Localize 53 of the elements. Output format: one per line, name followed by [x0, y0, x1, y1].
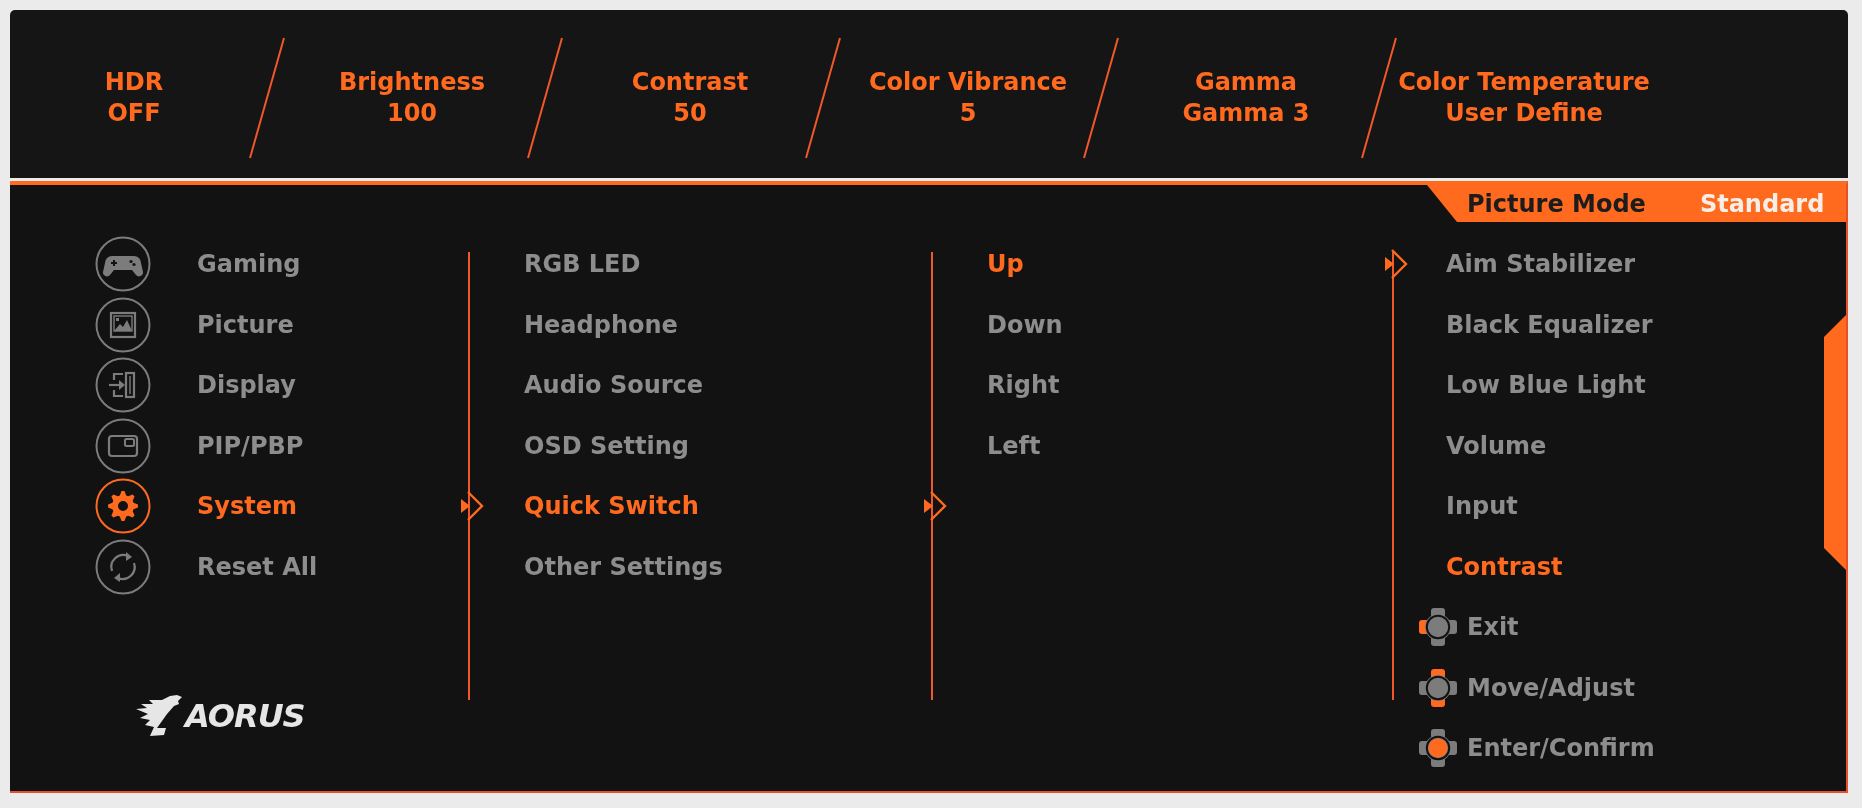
submenu-item[interactable]: Other Settings	[524, 552, 723, 581]
submenu-item[interactable]: OSD Setting	[524, 431, 689, 460]
submenu-item[interactable]: Audio Source	[524, 371, 704, 400]
setting-label: Brightness	[339, 69, 485, 96]
picture-mode-value: Standard	[1699, 189, 1825, 218]
option-item[interactable]: Left	[987, 431, 1041, 460]
setting-value: User Define	[1445, 100, 1603, 127]
gamepad-icon	[95, 236, 151, 293]
setting-value: OFF	[107, 100, 161, 127]
menu-item[interactable]: Picture	[95, 296, 294, 353]
option-item[interactable]: Right	[987, 371, 1060, 400]
submenu-item[interactable]: Headphone	[524, 310, 678, 339]
submenu-item[interactable]: Quick Switch	[524, 492, 699, 521]
pip-icon	[95, 417, 151, 474]
eagle-icon	[135, 695, 183, 737]
menu-item[interactable]: PIP/PBP	[95, 417, 304, 474]
menu-item[interactable]: System	[95, 478, 297, 535]
setting-value: 50	[673, 100, 707, 127]
function-item[interactable]: Aim Stabilizer	[1446, 250, 1636, 279]
input-icon	[95, 357, 151, 414]
menu-item[interactable]: Display	[95, 357, 296, 414]
menu-item[interactable]: Reset All	[95, 538, 318, 595]
function-item[interactable]: Low Blue Light	[1446, 371, 1646, 400]
option-item[interactable]: Down	[987, 310, 1063, 339]
function-item[interactable]: Input	[1446, 492, 1518, 521]
setting-label: Gamma	[1194, 69, 1298, 96]
joystick-icon	[1418, 667, 1458, 708]
function-item[interactable]: Volume	[1446, 431, 1547, 460]
control-hint: Enter/Confirm	[1467, 734, 1655, 763]
setting-label: Color Temperature	[1398, 69, 1650, 96]
option-item[interactable]: Up	[987, 250, 1024, 279]
control-hint: Exit	[1467, 613, 1519, 642]
setting-value: Gamma 3	[1182, 100, 1310, 127]
reset-icon	[95, 538, 151, 595]
setting-value: 5	[959, 100, 977, 127]
setting-value: 100	[386, 100, 438, 127]
joystick-icon	[1418, 728, 1458, 769]
picture-icon	[95, 296, 151, 353]
setting-label: HDR	[104, 69, 164, 96]
function-item[interactable]: Black Equalizer	[1446, 310, 1653, 339]
setting-label: Color Vibrance	[868, 69, 1068, 96]
settings-icon	[95, 478, 151, 535]
selection-arrow-icon	[1385, 249, 1409, 279]
function-item[interactable]: Contrast	[1446, 552, 1563, 581]
menu-item[interactable]: Gaming	[95, 236, 301, 293]
control-hint: Move/Adjust	[1467, 673, 1635, 702]
setting-label: Contrast	[631, 69, 749, 96]
joystick-icon	[1418, 607, 1458, 648]
selection-arrow-icon	[924, 491, 948, 521]
selection-arrow-icon	[461, 491, 485, 521]
submenu-item[interactable]: RGB LED	[524, 250, 641, 279]
logo-text: AORUS	[185, 697, 305, 735]
picture-mode-label: Picture Mode	[1467, 189, 1646, 218]
